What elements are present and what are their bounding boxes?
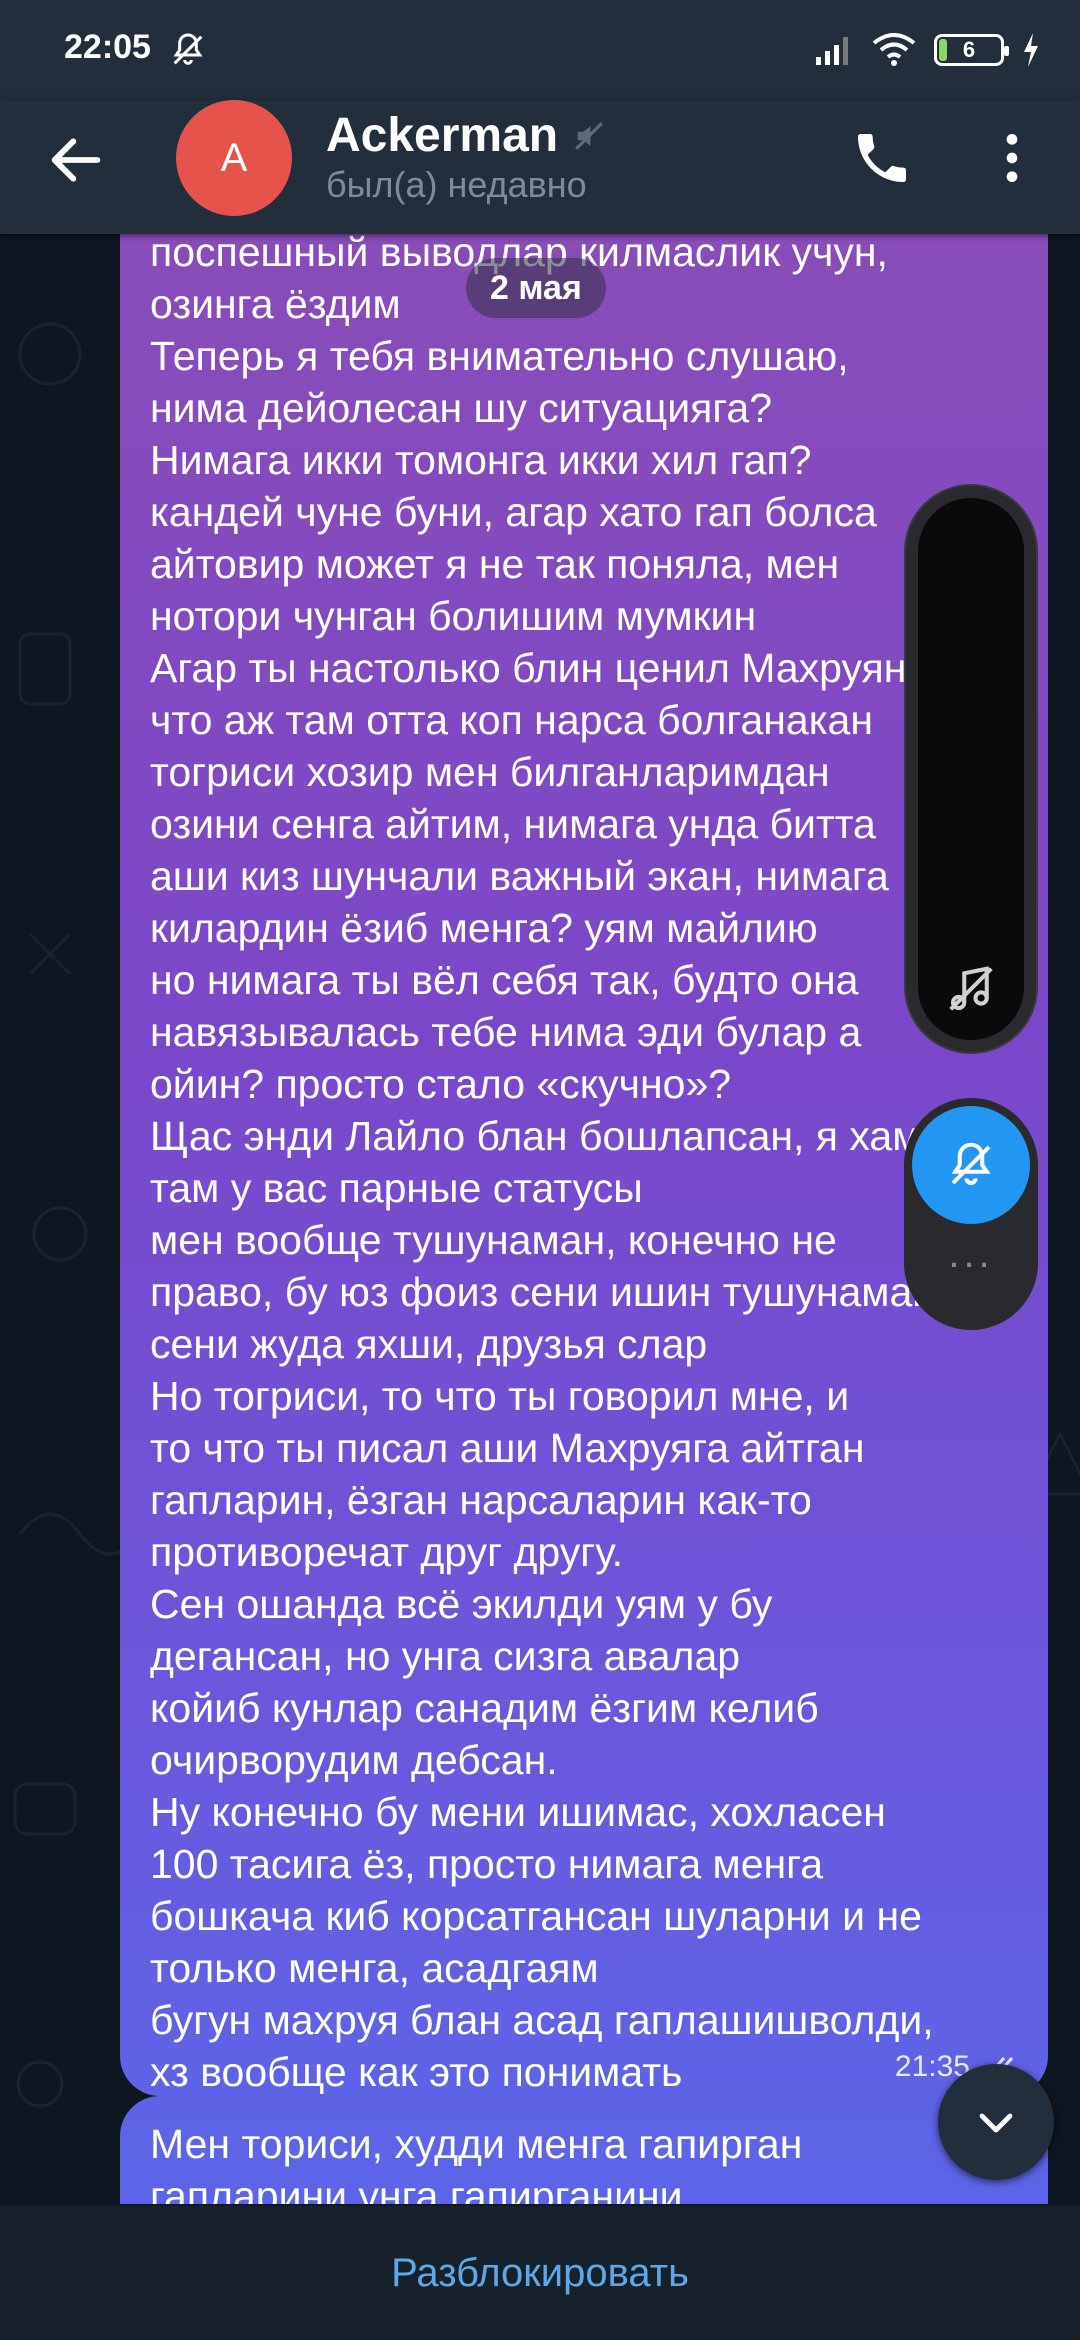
- message-line: противоречат друг другу.: [150, 1529, 624, 1575]
- message-line: бугун махруя блан асад гаплашишволди,: [150, 1997, 934, 2043]
- muted-icon: [575, 121, 603, 150]
- last-seen-status: был(а) недавно: [326, 164, 587, 205]
- status-icons: 6: [814, 30, 1040, 70]
- message-line: дегансан, но унга сизга авалар: [150, 1633, 741, 1679]
- chevron-down-icon: [979, 2113, 1013, 2133]
- bell-off-icon: [951, 1142, 991, 1185]
- scroll-to-bottom-button[interactable]: [938, 2064, 1054, 2180]
- message-line: то что ты писал аши Махруяга айтган: [150, 1425, 865, 1471]
- volume-slider-track[interactable]: [918, 498, 1024, 1040]
- message-line: Сен ошанда всё экилди уям у бу: [150, 1581, 773, 1627]
- incoming-message-bubble-2[interactable]: Мен ториси, худди менга гапирган гапларин…: [120, 2096, 1048, 2204]
- message-line: очирворудим дебсан.: [150, 1737, 558, 1783]
- avatar[interactable]: A: [176, 100, 292, 216]
- ringer-mode-panel: ...: [904, 1098, 1038, 1330]
- ringer-mute-button[interactable]: [912, 1106, 1030, 1224]
- status-bar: 22:05 6: [0, 0, 1080, 100]
- message-line: Теперь я тебя внимательно слушаю,: [150, 333, 849, 379]
- signal-icon: [816, 37, 848, 65]
- more-options-button[interactable]: ...: [904, 1232, 1038, 1277]
- message-line: гапларини унга гапирганини: [150, 2173, 683, 2204]
- message-line: сени жуда яхши, друзья слар: [150, 1321, 708, 1367]
- wifi-icon: [872, 33, 916, 66]
- muted-note-icon: [949, 966, 993, 1011]
- message-line: 100 тасига ёз, просто нимага менга: [150, 1841, 824, 1887]
- back-arrow-icon[interactable]: [44, 128, 108, 192]
- more-vertical-icon[interactable]: [980, 126, 1044, 190]
- message-line: только менга, асадгаям: [150, 1945, 599, 1991]
- message-line: ойин? просто стало «скучно»?: [150, 1061, 732, 1107]
- mute-bell-icon: [173, 33, 203, 65]
- message-line: гапларин, ёзган нарсаларин как-то: [150, 1477, 812, 1523]
- message-line: Нимага икки томонга икки хил гап?: [150, 437, 812, 483]
- message-line: койиб кунлар санадим ёзгим келиб: [150, 1685, 819, 1731]
- message-line: Ну конечно бу мени ишимас, хохласен: [150, 1789, 886, 1835]
- volume-slider-panel[interactable]: [904, 484, 1038, 1054]
- battery-level: 6: [962, 37, 976, 62]
- date-separator: 2 мая: [466, 258, 606, 318]
- message-line: Мен ториси, худди менга гапирган: [150, 2121, 803, 2167]
- status-time: 22:05: [64, 28, 151, 66]
- message-line: бошкача киб корсатгансан шуларни и не: [150, 1893, 922, 1939]
- contact-name: Ackerman: [326, 109, 559, 162]
- unblock-button[interactable]: Разблокировать: [391, 2251, 689, 2296]
- message-text-2: Мен ториси, худди менга гапирган гапларин…: [150, 2118, 1050, 2204]
- contact-name-row[interactable]: Ackerman: [326, 108, 606, 163]
- message-line: Но тогриси, то что ты говорил мне, и: [150, 1373, 850, 1419]
- bottom-action-bar: Разблокировать: [0, 2204, 1080, 2340]
- message-line: нима дейолесан шу ситуацияга?: [150, 385, 773, 431]
- chat-header: A Ackerman был(а) недавно: [0, 100, 1080, 234]
- chat-area[interactable]: шошилиб хулоса килпоспешный выводлар кил…: [0, 234, 1080, 2204]
- charging-icon: [1024, 33, 1038, 67]
- phone-icon[interactable]: [850, 126, 914, 190]
- avatar-letter: A: [220, 135, 248, 180]
- battery-icon: 6: [934, 34, 1009, 66]
